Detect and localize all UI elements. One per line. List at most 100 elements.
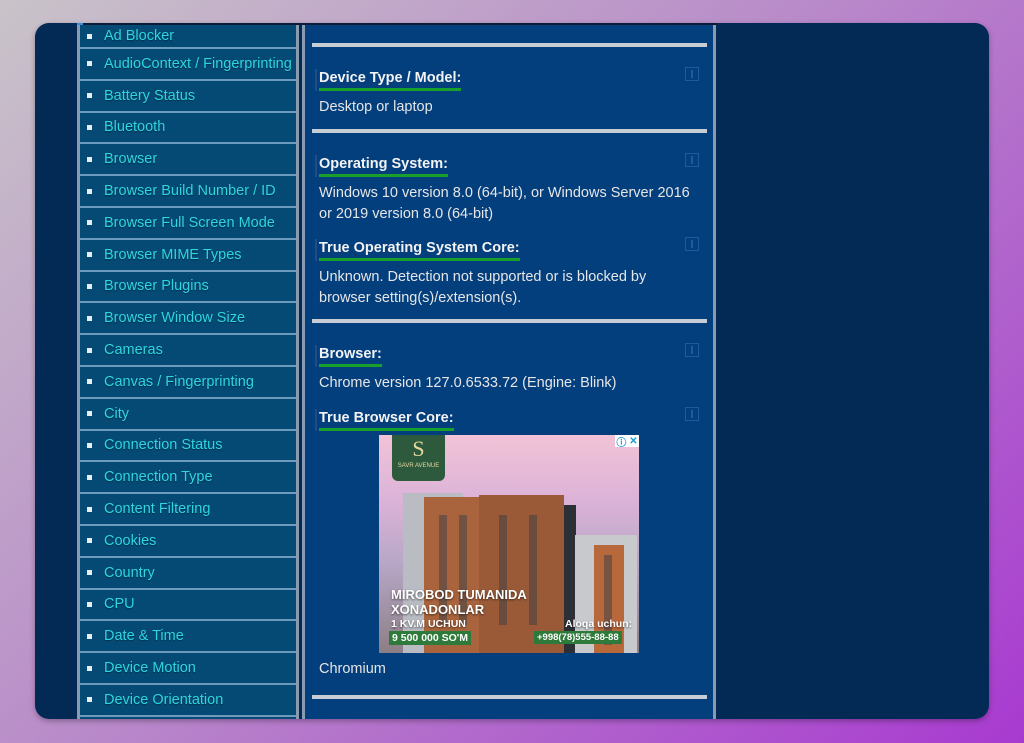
bullet-icon	[87, 633, 92, 639]
bullet-icon	[87, 252, 92, 258]
field-value: Chrome version 127.0.6533.72 (Engine: Bl…	[319, 375, 617, 391]
sidebar-link[interactable]: Device Motion	[104, 660, 196, 676]
sidebar-item: Browser Full Screen Mode	[80, 208, 296, 240]
field-true-browser-core: True Browser Core:	[315, 407, 699, 431]
sidebar-link[interactable]: Date & Time	[104, 628, 184, 644]
ad-brand-logo: S SAVR AVENUE	[392, 435, 445, 481]
info-icon[interactable]	[685, 407, 699, 421]
field-true-browser-core-value: Chromium	[319, 659, 699, 680]
sidebar-link[interactable]: Cookies	[104, 533, 156, 549]
sidebar-item: Device Orientation	[80, 685, 296, 717]
field-browser: Browser: Chrome version 127.0.6533.72 (E…	[315, 343, 699, 394]
ad-price: 9 500 000 SO'M	[389, 631, 472, 645]
page: Ad Blocker AudioContext / Fingerprinting B…	[77, 23, 717, 719]
sidebar-item: Canvas / Fingerprinting	[80, 367, 296, 399]
sidebar-link[interactable]: Canvas / Fingerprinting	[104, 374, 254, 390]
bullet-icon	[87, 442, 92, 448]
sidebar-item: CPU	[80, 590, 296, 622]
sidebar-item: Battery Status	[80, 81, 296, 113]
field-value: Windows 10 version 8.0 (64-bit), or Wind…	[319, 185, 690, 222]
sidebar-item: Cookies	[80, 526, 296, 558]
bullet-icon	[87, 188, 92, 194]
sidebar-link[interactable]: Country	[104, 565, 155, 581]
bullet-icon	[87, 474, 92, 480]
results-panel: Device Type / Model: Desktop or laptop O…	[302, 25, 716, 719]
sidebar-item: Connection Type	[80, 462, 296, 495]
ad-close-icon[interactable]: ✕	[629, 436, 637, 447]
bullet-icon	[87, 124, 92, 130]
sidebar-item: Date & Time	[80, 621, 296, 654]
bullet-icon	[87, 93, 92, 99]
bullet-icon	[87, 347, 92, 353]
sidebar-link[interactable]: Bluetooth	[104, 119, 165, 135]
sidebar-link[interactable]: Browser Plugins	[104, 278, 209, 294]
sidebar-item: Cameras	[80, 335, 296, 367]
sidebar-item: AudioContext / Fingerprinting	[80, 49, 296, 81]
sidebar-item: Browser Plugins	[80, 272, 296, 304]
sidebar-link[interactable]: City	[104, 406, 129, 422]
sidebar-link[interactable]: Cameras	[104, 342, 163, 358]
sidebar-item: Browser MIME Types	[80, 240, 296, 272]
field-label: True Operating System Core:	[319, 240, 520, 261]
sidebar-item: Device Motion	[80, 653, 296, 685]
sidebar-link[interactable]: Connection Status	[104, 437, 223, 453]
bullet-icon	[87, 697, 92, 703]
sidebar-item: Connection Status	[80, 431, 296, 463]
sidebar-link[interactable]: Connection Type	[104, 469, 213, 485]
bullet-icon	[87, 220, 92, 226]
field-label: Browser:	[319, 346, 382, 367]
section-divider	[312, 43, 707, 47]
ad-subtext: 1 KV.M UCHUN	[391, 618, 466, 630]
field-true-os-core: True Operating System Core: Unknown. Det…	[315, 237, 699, 309]
ad-phone: +998(78)555-88-88	[534, 631, 622, 644]
field-value: Chromium	[319, 661, 386, 677]
sidebar-link[interactable]: Browser MIME Types	[104, 247, 242, 263]
ad-controls: ⓘ ✕	[615, 435, 639, 449]
bullet-icon	[87, 665, 92, 671]
sidebar-link[interactable]: Device Orientation	[104, 692, 223, 708]
browser-window: Ad Blocker AudioContext / Fingerprinting B…	[35, 23, 989, 719]
bullet-icon	[87, 315, 92, 321]
field-label: True Browser Core:	[319, 410, 454, 431]
info-icon[interactable]	[685, 153, 699, 167]
sidebar-link[interactable]: Browser Window Size	[104, 310, 245, 326]
sidebar-item: Content Filtering	[80, 494, 296, 526]
field-value: Desktop or laptop	[319, 99, 433, 115]
field-device-type: Device Type / Model: Desktop or laptop	[315, 67, 699, 118]
bullet-icon	[87, 601, 92, 607]
sidebar-item: Ad Blocker	[80, 25, 296, 49]
sidebar-link[interactable]: Browser	[104, 151, 157, 167]
sidebar-item: City	[80, 399, 296, 431]
info-icon[interactable]	[685, 67, 699, 81]
section-divider	[312, 319, 707, 323]
sidebar-link[interactable]: Browser Build Number / ID	[104, 183, 276, 199]
ad-info-icon[interactable]: ⓘ	[616, 435, 626, 449]
ad-contact-label: Aloqa uchun:	[565, 618, 633, 630]
bullet-icon	[87, 411, 92, 417]
sidebar-item: Bluetooth	[80, 113, 296, 145]
bullet-icon	[87, 379, 92, 385]
field-operating-system: Operating System: Windows 10 version 8.0…	[315, 153, 699, 225]
field-label: Device Type / Model:	[319, 70, 462, 91]
field-label: Operating System:	[319, 156, 448, 177]
ad-headline: XONADONLAR	[391, 602, 485, 617]
bullet-icon	[87, 33, 92, 39]
sidebar-link[interactable]: AudioContext / Fingerprinting	[104, 56, 292, 72]
sidebar-link[interactable]: Content Filtering	[104, 501, 210, 517]
field-value: Unknown. Detection not supported or is b…	[319, 269, 647, 306]
bullet-icon	[87, 570, 92, 576]
sidebar-item: Country	[80, 558, 296, 590]
bullet-icon	[87, 506, 92, 512]
bullet-icon	[87, 61, 92, 67]
sidebar-nav: Ad Blocker AudioContext / Fingerprinting B…	[77, 25, 299, 719]
info-icon[interactable]	[685, 343, 699, 357]
sidebar-link[interactable]: Battery Status	[104, 88, 195, 104]
sidebar-link[interactable]: Browser Full Screen Mode	[104, 215, 275, 231]
sidebar-link[interactable]: CPU	[104, 596, 135, 612]
info-icon[interactable]	[685, 237, 699, 251]
advertisement-banner[interactable]: S SAVR AVENUE ⓘ ✕ MIROBOD TUMANIDA XONAD…	[379, 435, 639, 653]
sidebar-link[interactable]: Ad Blocker	[104, 28, 174, 44]
bullet-icon	[87, 538, 92, 544]
bullet-icon	[87, 283, 92, 289]
section-divider	[312, 695, 707, 699]
